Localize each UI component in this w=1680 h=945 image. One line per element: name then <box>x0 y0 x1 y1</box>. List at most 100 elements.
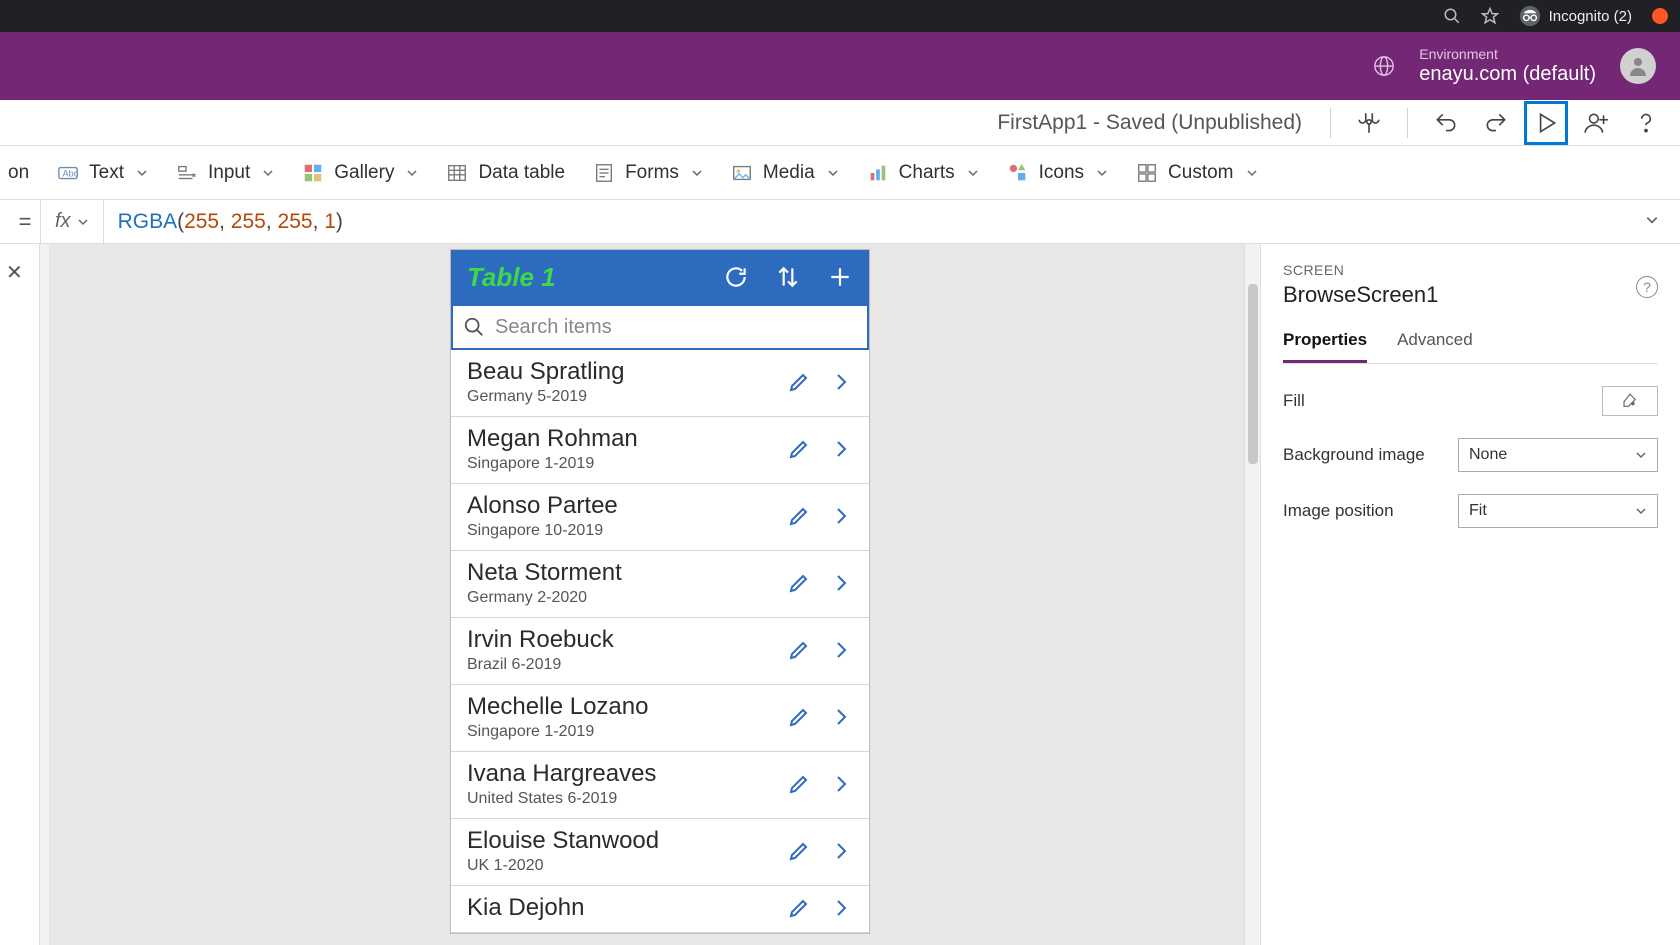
environment-label: Environment <box>1419 46 1596 63</box>
edit-icon[interactable] <box>787 839 811 863</box>
chevron-right-icon[interactable] <box>829 705 853 729</box>
insert-ribbon: on Abc Text Input Gallery Data table For… <box>0 146 1680 200</box>
profile-dot-icon[interactable] <box>1652 8 1668 24</box>
chevron-right-icon[interactable] <box>829 504 853 528</box>
gallery-list: Beau SpratlingGermany 5-2019Megan Rohman… <box>451 350 869 933</box>
chevron-down-icon <box>1096 167 1108 179</box>
edit-icon[interactable] <box>787 638 811 662</box>
fx-button[interactable]: fx <box>40 200 104 243</box>
share-button[interactable] <box>1574 101 1618 145</box>
item-name: Megan Rohman <box>467 425 787 453</box>
formula-equals[interactable]: = <box>10 209 40 235</box>
formula-expand-button[interactable] <box>1634 210 1670 233</box>
ribbon-datatable[interactable]: Data table <box>446 162 565 184</box>
input-icon <box>176 162 198 184</box>
list-item[interactable]: Alonso ParteeSingapore 10-2019 <box>451 484 869 551</box>
sort-icon[interactable] <box>775 264 801 290</box>
chevron-right-icon[interactable] <box>829 896 853 920</box>
ribbon-input[interactable]: Input <box>176 162 274 184</box>
edit-icon[interactable] <box>787 705 811 729</box>
ribbon-charts[interactable]: Charts <box>867 162 979 184</box>
edit-icon[interactable] <box>787 370 811 394</box>
edit-icon[interactable] <box>787 504 811 528</box>
list-item[interactable]: Elouise StanwoodUK 1-2020 <box>451 819 869 886</box>
formula-input[interactable]: RGBA(255, 255, 255, 1) <box>104 209 1634 234</box>
pane-help-button[interactable]: ? <box>1636 276 1658 298</box>
ribbon-custom[interactable]: Custom <box>1136 162 1257 184</box>
environment-value: enayu.com (default) <box>1419 62 1596 86</box>
forms-icon <box>593 162 615 184</box>
app-preview: Table 1 Search items Beau SpratlingGerma… <box>450 249 870 934</box>
ribbon-text[interactable]: Abc Text <box>57 162 148 184</box>
chevron-down-icon <box>406 167 418 179</box>
chevron-right-icon[interactable] <box>829 839 853 863</box>
browser-chrome: Incognito (2) <box>0 0 1680 32</box>
chevron-right-icon[interactable] <box>829 638 853 662</box>
close-panel-button[interactable]: ✕ <box>6 260 23 285</box>
undo-button[interactable] <box>1424 101 1468 145</box>
tree-scrollbar[interactable] <box>40 244 50 945</box>
imgpos-select[interactable]: Fit <box>1458 494 1658 528</box>
edit-icon[interactable] <box>787 571 811 595</box>
bookmark-star-icon[interactable] <box>1481 7 1499 25</box>
item-name: Ivana Hargreaves <box>467 760 787 788</box>
chevron-down-icon <box>1246 167 1258 179</box>
list-item[interactable]: Mechelle LozanoSingapore 1-2019 <box>451 685 869 752</box>
list-item[interactable]: Irvin RoebuckBrazil 6-2019 <box>451 618 869 685</box>
gallery-icon <box>302 162 324 184</box>
incognito-label: Incognito (2) <box>1549 8 1632 25</box>
item-subtitle: Brazil 6-2019 <box>467 656 787 674</box>
search-placeholder: Search items <box>495 316 612 339</box>
ribbon-button-partial[interactable]: on <box>8 162 29 184</box>
chevron-right-icon[interactable] <box>829 437 853 461</box>
zoom-icon[interactable] <box>1443 7 1461 25</box>
list-item[interactable]: Beau SpratlingGermany 5-2019 <box>451 350 869 417</box>
list-item[interactable]: Neta StormentGermany 2-2020 <box>451 551 869 618</box>
add-icon[interactable] <box>827 264 853 290</box>
list-item[interactable]: Megan Rohman Singapore 1-2019 <box>451 417 869 484</box>
globe-icon <box>1373 55 1395 77</box>
item-subtitle: UK 1-2020 <box>467 857 787 875</box>
edit-icon[interactable] <box>787 896 811 920</box>
main-area: ✕ Table 1 Search items Beau SpratlingGer… <box>0 244 1680 945</box>
item-subtitle: Singapore 10-2019 <box>467 522 787 540</box>
title-bar: FirstApp1 - Saved (Unpublished) <box>0 100 1680 146</box>
item-name: Neta Storment <box>467 559 787 587</box>
edit-icon[interactable] <box>787 437 811 461</box>
chevron-right-icon[interactable] <box>829 571 853 595</box>
tab-advanced[interactable]: Advanced <box>1397 330 1473 363</box>
svg-text:Abc: Abc <box>63 168 79 178</box>
chevron-right-icon[interactable] <box>829 370 853 394</box>
canvas[interactable]: Table 1 Search items Beau SpratlingGerma… <box>50 244 1260 945</box>
item-name: Mechelle Lozano <box>467 693 787 721</box>
list-item[interactable]: Ivana HargreavesUnited States 6-2019 <box>451 752 869 819</box>
app-checker-button[interactable] <box>1347 101 1391 145</box>
charts-icon <box>867 162 889 184</box>
help-button[interactable] <box>1624 101 1668 145</box>
ribbon-gallery[interactable]: Gallery <box>302 162 418 184</box>
redo-button[interactable] <box>1474 101 1518 145</box>
media-icon <box>731 162 753 184</box>
canvas-scrollbar[interactable] <box>1244 244 1260 945</box>
list-item[interactable]: Kia Dejohn <box>451 886 869 933</box>
incognito-indicator[interactable]: Incognito (2) <box>1519 5 1632 27</box>
refresh-icon[interactable] <box>723 264 749 290</box>
ribbon-media[interactable]: Media <box>731 162 839 184</box>
fill-color-picker[interactable] <box>1602 386 1658 416</box>
chevron-down-icon <box>136 167 148 179</box>
label-icon: Abc <box>57 162 79 184</box>
ribbon-icons[interactable]: Icons <box>1007 162 1108 184</box>
item-subtitle: Singapore 1-2019 <box>467 455 787 473</box>
ribbon-forms[interactable]: Forms <box>593 162 703 184</box>
item-name: Kia Dejohn <box>467 894 787 922</box>
chevron-right-icon[interactable] <box>829 772 853 796</box>
user-avatar[interactable] <box>1620 48 1656 84</box>
search-box[interactable]: Search items <box>451 304 869 350</box>
bgimage-select[interactable]: None <box>1458 438 1658 472</box>
preview-play-button[interactable] <box>1524 101 1568 145</box>
tab-properties[interactable]: Properties <box>1283 330 1367 363</box>
item-name: Beau Spratling <box>467 358 787 386</box>
formula-bar: = fx RGBA(255, 255, 255, 1) <box>0 200 1680 244</box>
edit-icon[interactable] <box>787 772 811 796</box>
pane-tabs: Properties Advanced <box>1283 330 1658 364</box>
